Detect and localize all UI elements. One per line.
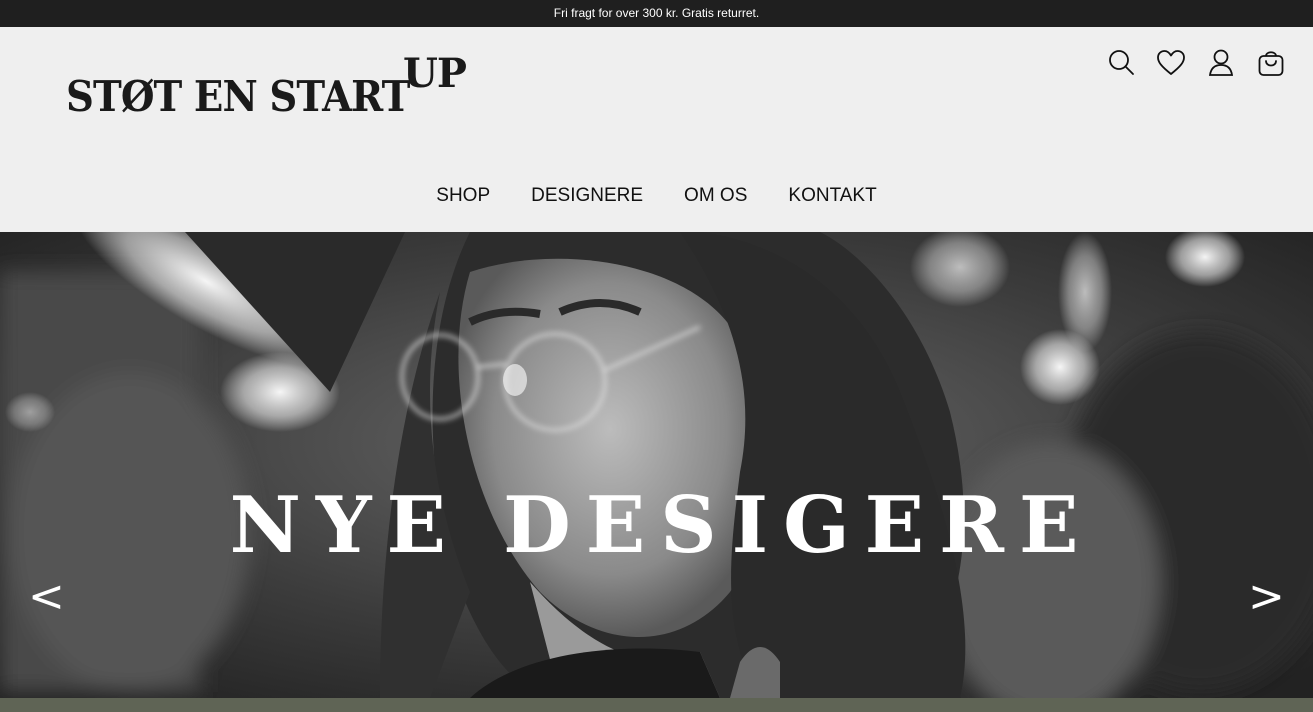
logo-main-text: STØT EN START <box>66 72 410 121</box>
carousel-prev-arrow[interactable]: < <box>28 567 65 627</box>
user-icon[interactable] <box>1205 47 1237 79</box>
heart-icon[interactable] <box>1155 47 1187 79</box>
main-navigation: SHOP DESIGNERE OM OS KONTAKT <box>0 185 1313 207</box>
announcement-text: Fri fragt for over 300 kr. Gratis returr… <box>553 6 760 20</box>
section-strip <box>0 698 1313 712</box>
carousel-next-arrow[interactable]: > <box>1248 567 1285 627</box>
hero-title: NYE DESIGERE <box>229 480 1094 571</box>
logo-superscript-text: UP <box>403 50 467 97</box>
header-icons <box>1105 47 1287 79</box>
hero-carousel: NYE DESIGERE < > <box>0 232 1313 698</box>
site-header: STØT EN START UP SHOP DESIGNERE OM OS KO… <box>0 27 1313 232</box>
shopping-bag-icon[interactable] <box>1255 47 1287 79</box>
logo[interactable]: STØT EN START UP <box>66 50 467 121</box>
nav-item-om-os[interactable]: OM OS <box>684 185 747 207</box>
announcement-bar: Fri fragt for over 300 kr. Gratis returr… <box>0 0 1313 27</box>
nav-item-shop[interactable]: SHOP <box>436 185 490 207</box>
nav-item-designere[interactable]: DESIGNERE <box>531 185 643 207</box>
hero-photo <box>0 232 1313 698</box>
nav-item-kontakt[interactable]: KONTAKT <box>788 185 876 207</box>
search-icon[interactable] <box>1105 47 1137 79</box>
